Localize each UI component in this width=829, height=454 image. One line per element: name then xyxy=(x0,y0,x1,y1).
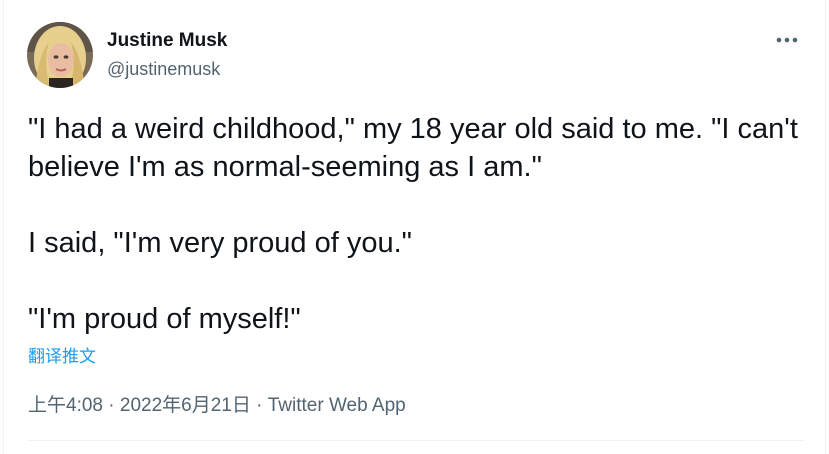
tweet-source[interactable]: Twitter Web App xyxy=(268,395,406,416)
tweet-paragraph: "I had a weird childhood," my 18 year ol… xyxy=(28,113,806,183)
card-right-border xyxy=(825,0,826,454)
tweet-paragraph: "I'm proud of myself!" xyxy=(28,303,301,335)
tweet-header: Justine Musk @justinemusk xyxy=(27,22,809,92)
profile-photo-icon xyxy=(27,22,93,88)
ellipsis-icon xyxy=(776,37,798,43)
tweet-paragraph: I said, "I'm very proud of you." xyxy=(28,227,412,259)
tweet-text: "I had a weird childhood," my 18 year ol… xyxy=(28,110,808,338)
card-left-border xyxy=(3,0,4,454)
translate-tweet-link[interactable]: 翻译推文 xyxy=(28,346,96,368)
author-names: Justine Musk @justinemusk xyxy=(107,28,227,82)
tweet-time[interactable]: 上午4:08 xyxy=(28,395,103,416)
author-handle[interactable]: @justinemusk xyxy=(107,56,227,82)
avatar[interactable] xyxy=(27,22,93,88)
meta-separator: · xyxy=(102,395,120,416)
divider xyxy=(28,440,805,441)
tweet-date[interactable]: 2022年6月21日 xyxy=(120,395,251,416)
tweet-card: Justine Musk @justinemusk "I had a weird… xyxy=(0,0,829,454)
tweet-meta: 上午4:08 · 2022年6月21日 · Twitter Web App xyxy=(28,393,406,419)
meta-separator: · xyxy=(250,395,268,416)
author-display-name[interactable]: Justine Musk xyxy=(107,28,227,54)
more-options-button[interactable] xyxy=(771,28,803,52)
